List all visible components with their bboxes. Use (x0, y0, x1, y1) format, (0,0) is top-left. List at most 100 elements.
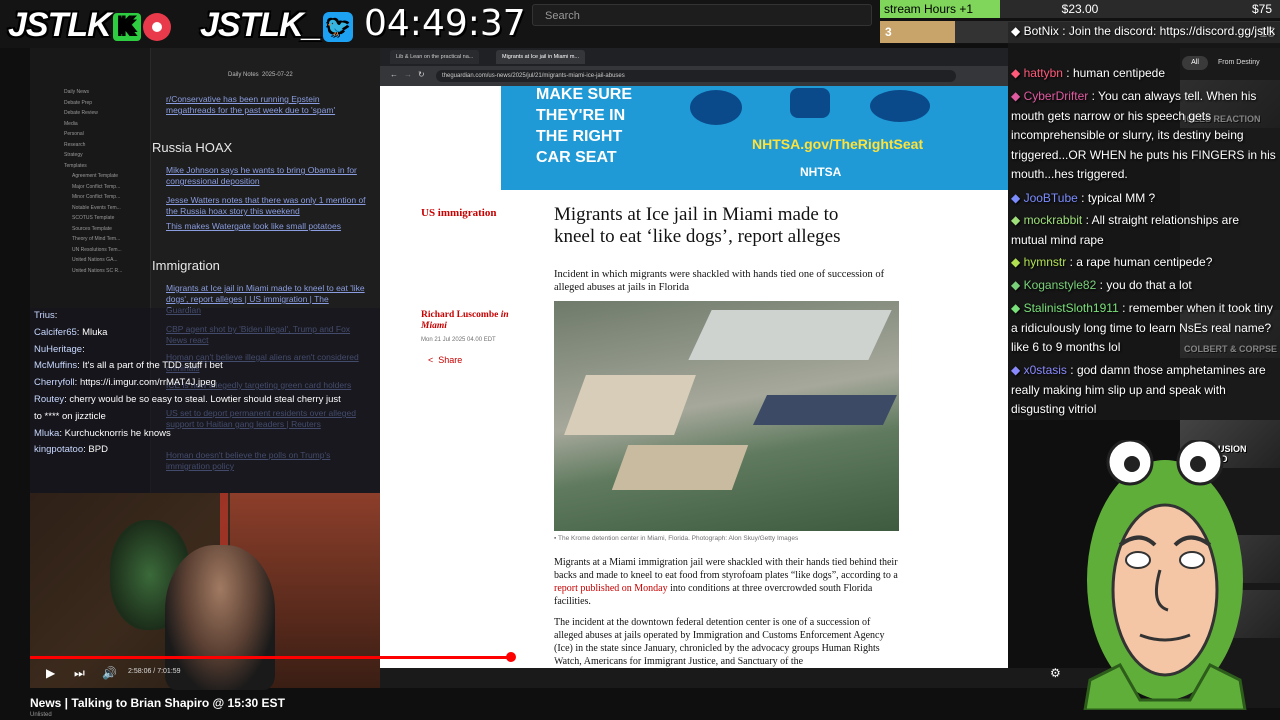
video-time: 2:58:06 / 7:01:59 (128, 668, 181, 675)
overlay-chat-text: cherry would be so easy to steal. Lowtie… (69, 394, 341, 405)
p1-text-a: Migrants at a Miami immigration jail wer… (554, 557, 898, 581)
ad-graphic-buckle (790, 88, 830, 118)
overlay-chat-text: Kurchucknorris he knows (64, 427, 171, 439)
notes-heading-russia: Russia HOAX (152, 140, 233, 155)
notes-tab-date: 2025-07-22 (262, 72, 293, 78)
chat-username[interactable]: BotNix (1024, 24, 1059, 38)
note-link-top[interactable]: r/Conservative has been running Epstein … (166, 94, 366, 116)
search-input[interactable]: Search (532, 4, 872, 26)
chat-username[interactable]: StalinistSloth1911 (1024, 301, 1119, 315)
chat-username[interactable]: hymnstr (1024, 255, 1067, 269)
tree-item[interactable]: Daily News (64, 89, 89, 95)
notes-heading-immigration: Immigration (152, 258, 220, 273)
chat-username[interactable]: JooBTube (1024, 191, 1078, 205)
video-progress-fill (30, 656, 512, 659)
overlay-chat-username[interactable]: kingpotatoo (34, 444, 83, 455)
chat-username[interactable]: mockrabbit (1024, 213, 1083, 227)
tree-item[interactable]: Templates (64, 163, 87, 169)
chat-username[interactable]: CyberDrifter (1024, 89, 1089, 103)
back-icon[interactable]: ← (390, 70, 398, 79)
volume-icon[interactable]: 🔊 (102, 666, 117, 680)
notes-tab-title[interactable]: Daily Notes (228, 72, 259, 78)
tree-item[interactable]: Research (64, 142, 85, 148)
tree-item[interactable]: United Nations GA... (72, 257, 118, 263)
note-link[interactable]: Jesse Watters notes that there was only … (166, 195, 366, 217)
settings-icon[interactable]: ⚙ (1050, 666, 1061, 680)
overlay-chat-text: Mluka (82, 326, 108, 338)
camera-icon: ▪ (554, 535, 557, 542)
tree-item[interactable]: Debate Prep (64, 100, 92, 106)
stream-goal-amount: $23.00 (1000, 0, 1160, 18)
tree-item[interactable]: UN Resolutions Tem... (72, 247, 122, 253)
forward-icon[interactable]: → (404, 70, 412, 79)
chat-badge-icon: ◆ (1011, 213, 1024, 227)
tree-item[interactable]: Personal (64, 131, 84, 137)
chat-text: human centipede (1072, 66, 1166, 80)
kick-icon: K (112, 13, 141, 42)
overlay-chat-line: Cherryfoll: https://i.imgur.com/rrMAT4J.… (34, 377, 216, 389)
tree-item[interactable]: Major Conflict Temp... (72, 184, 120, 190)
tree-item[interactable]: Notable Events Tem... (72, 205, 121, 211)
tree-item[interactable]: SCOTUS Template (72, 215, 114, 221)
overlay-chat-username[interactable]: Trius (34, 310, 55, 321)
article-byline[interactable]: Richard Luscombe in Miami (421, 310, 531, 332)
brand-logo-right: JSTLK_ 🐦 (200, 6, 353, 45)
chat-message: ◆ JooBTube : typical MM ? (1011, 191, 1156, 205)
chat-username[interactable]: Koganstyle82 (1024, 278, 1097, 292)
ad-graphic-seat (690, 90, 742, 125)
chat-badge-icon: ◆ (1011, 255, 1024, 269)
chat-text: Join the discord: https://discord.gg/jst… (1068, 24, 1276, 38)
overlay-chat-username[interactable]: NuHeritage (34, 344, 82, 355)
chat-badge-icon: ◆ (1011, 363, 1024, 377)
share-icon: < (428, 355, 434, 365)
tree-item[interactable]: Minor Conflict Temp... (72, 194, 120, 200)
overlay-chat-username[interactable]: Cherryfoll (34, 377, 75, 388)
overlay-chat-line: Calcifer65: Mluka (34, 326, 108, 338)
chat-text: you do that a lot (1106, 278, 1192, 292)
next-icon[interactable]: ⏭ (74, 666, 85, 681)
overlay-chat-text: BPD (88, 444, 108, 456)
chat-message: ◆ StalinistSloth1911 : remember when it … (1011, 301, 1273, 354)
share-button[interactable]: < Share (428, 355, 462, 365)
chat-username[interactable]: hattybn (1024, 66, 1063, 80)
overlay-chat-line: kingpotatoo: BPD (34, 444, 108, 456)
report-link[interactable]: report published on Monday (554, 583, 668, 594)
overlay-chat-line: McMuffins: It's all a part of the TDD st… (34, 360, 223, 372)
play-icon[interactable]: ▶ (46, 666, 55, 680)
tree-item[interactable]: Debate Review (64, 110, 98, 116)
article-headline: Migrants at Ice jail in Miami made to kn… (554, 204, 841, 247)
tree-item[interactable]: Sources Template (72, 226, 112, 232)
reload-icon[interactable]: ↻ (418, 70, 425, 79)
author-name[interactable]: Richard Luscombe (421, 310, 498, 320)
twitter-icon: 🐦 (322, 12, 353, 43)
chat-username[interactable]: x0stasis (1024, 363, 1067, 377)
overlay-chat-username[interactable]: Mluka (34, 428, 59, 439)
kermit-face (1111, 503, 1219, 677)
stream-goal-target: $75 (1160, 0, 1280, 18)
article-date: Mon 21 Jul 2025 04.00 EDT (421, 337, 496, 343)
chat-message: ◆ x0stasis : god damn those amphetamines… (1011, 363, 1266, 416)
ad-url[interactable]: NHTSA.gov/TheRightSeat (752, 136, 923, 152)
browser-tab-1[interactable]: Lib & Lean on the practical na... (390, 50, 480, 64)
note-link[interactable]: This makes Watergate look like small pot… (166, 221, 366, 232)
overlay-chat-username[interactable]: McMuffins (34, 360, 77, 371)
brand-right-text: JSTLK_ (200, 6, 322, 44)
ad-brand: NHTSA (800, 165, 842, 179)
tree-item[interactable]: United Nations SC R... (72, 268, 122, 274)
stream-goal-label: stream Hours +1 (880, 0, 1000, 18)
overlay-chat-line: Mluka: Kurchucknorris he knows (34, 427, 171, 439)
stream-goal-progress-fill: 3 (880, 21, 955, 43)
tree-item[interactable]: Media (64, 121, 78, 127)
tree-item[interactable]: Strategy (64, 152, 83, 158)
tree-item[interactable]: Agreement Template (72, 173, 118, 179)
tree-item[interactable]: Theory of Mind Tem... (72, 236, 120, 242)
overlay-chat-username[interactable]: Calcifer65 (34, 327, 77, 338)
address-bar[interactable]: theguardian.com/us-news/2025/jul/21/migr… (436, 70, 956, 82)
chat-message: ◆ mockrabbit : All straight relationship… (1011, 213, 1239, 247)
article-section[interactable]: US immigration (421, 207, 496, 219)
overlay-chat-line: NuHeritage: (34, 343, 85, 355)
browser-tab-2[interactable]: Migrants at Ice jail in Miami m... (496, 50, 586, 64)
overlay-chat-username[interactable]: Routey (34, 394, 64, 405)
note-link[interactable]: Mike Johnson says he wants to bring Obam… (166, 165, 366, 187)
share-label: Share (438, 355, 463, 365)
